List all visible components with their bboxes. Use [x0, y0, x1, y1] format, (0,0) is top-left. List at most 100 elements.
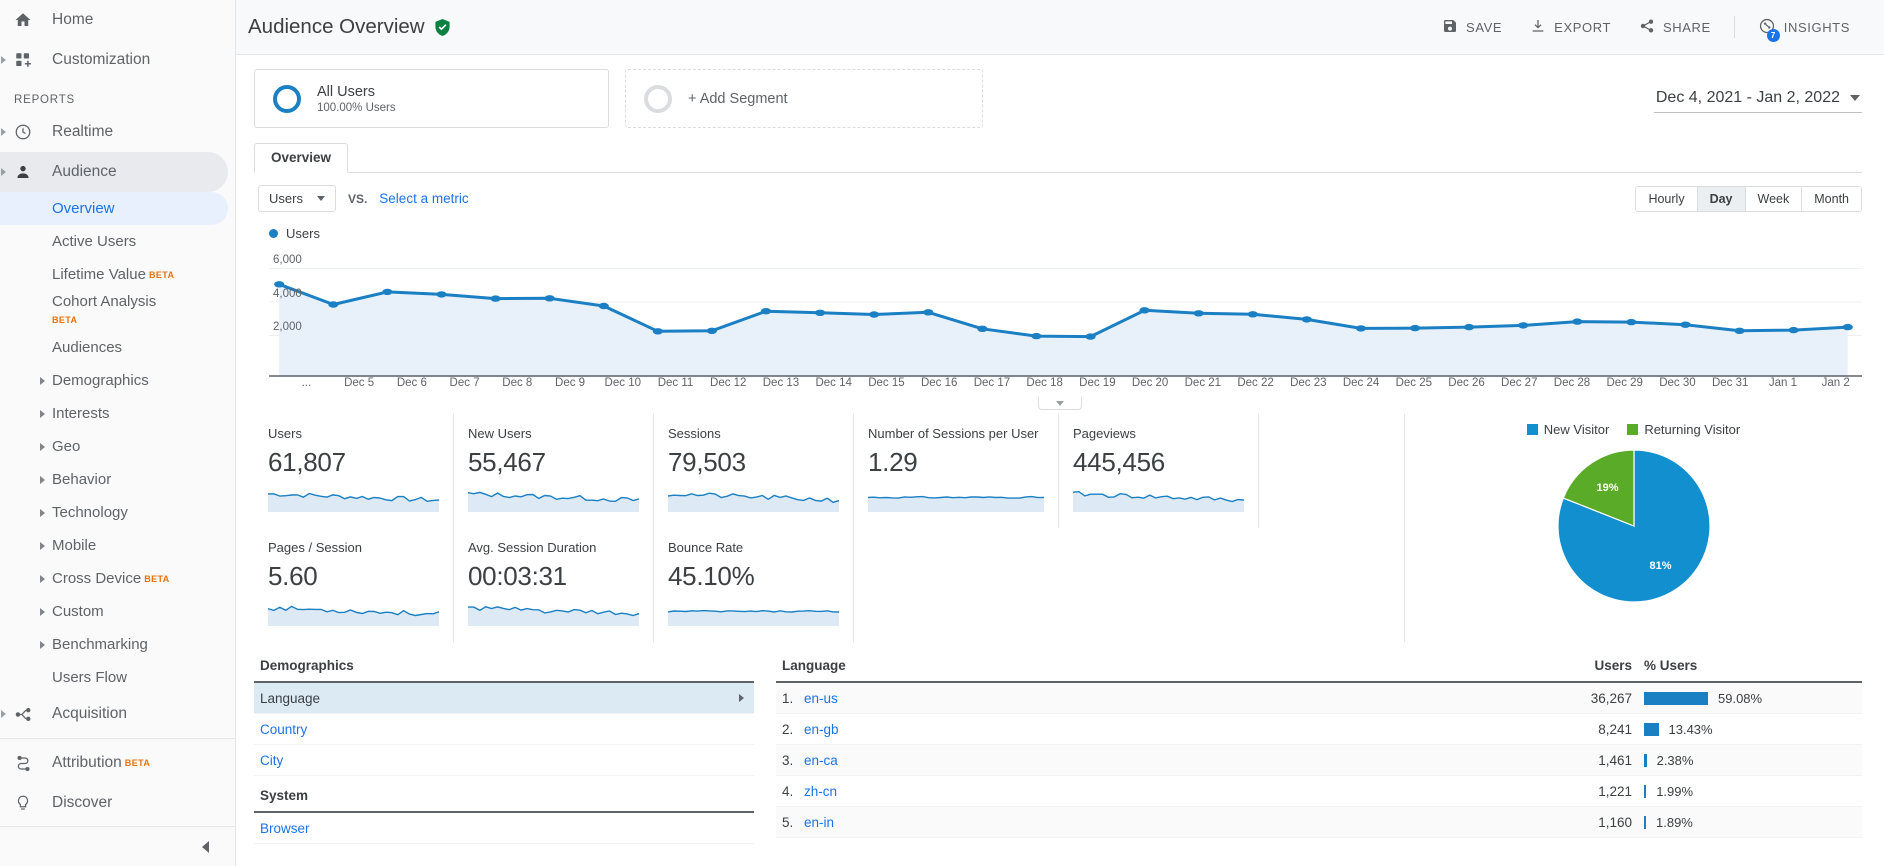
kpi-card[interactable]: Bounce Rate 45.10% [654, 528, 854, 642]
x-axis-tick-label: Dec 27 [1501, 377, 1538, 389]
chevron-right-icon [739, 694, 744, 702]
table-row[interactable]: 3. en-ca 1,461 2.38% [776, 745, 1862, 776]
kpi-label: Sessions [668, 426, 721, 441]
sidebar-item-customization[interactable]: Customization [0, 40, 235, 80]
table-row[interactable]: 4. zh-cn 1,221 1.99% [776, 776, 1862, 807]
sidebar-item-cohort-analysis[interactable]: Cohort Analysis BETA [0, 291, 235, 331]
table-row[interactable]: 2. en-gb 8,241 13.43% [776, 714, 1862, 745]
insights-button[interactable]: 7 INSIGHTS [1746, 10, 1862, 45]
visitor-type-pie-chart[interactable]: 81% 19% [1555, 447, 1713, 605]
users-line-chart-svg [269, 267, 1862, 377]
granularity-day[interactable]: Day [1697, 185, 1746, 212]
legend-swatch-icon [1526, 424, 1538, 435]
segment-ring-icon [644, 84, 672, 113]
sidebar-item-users-flow[interactable]: Users Flow [0, 661, 235, 694]
chevron-right-icon [40, 475, 45, 484]
sidebar-item-geo[interactable]: Geo [0, 430, 235, 463]
sidebar-item-audiences[interactable]: Audiences [0, 331, 235, 364]
sidebar-item-technology[interactable]: Technology [0, 496, 235, 529]
granularity-week[interactable]: Week [1745, 185, 1803, 212]
svg-text:81%: 81% [1649, 560, 1671, 572]
chevron-right-icon [40, 376, 45, 385]
x-axis-tick-label: Dec 30 [1659, 377, 1696, 389]
demographics-row-city[interactable]: City [254, 745, 754, 776]
language-table-header: Language Users % Users [776, 652, 1862, 683]
granularity-hourly[interactable]: Hourly [1635, 185, 1698, 212]
chart-x-axis-labels: ... Dec 5 Dec 6 Dec 7 Dec 8 Dec 9 Dec 10 Dec 11… [280, 377, 1862, 395]
demographics-row-country[interactable]: Country [254, 714, 754, 745]
sidebar-item-home[interactable]: Home [0, 0, 235, 40]
date-range-picker[interactable]: Dec 4, 2021 - Jan 2, 2022 [1653, 85, 1862, 113]
demographics-row-language[interactable]: Language [254, 683, 754, 714]
table-row[interactable]: 5. en-in 1,160 1.89% [776, 807, 1862, 838]
sidebar-item-discover[interactable]: Discover [0, 783, 235, 823]
row-pct-value: 1.99% [1656, 783, 1694, 799]
pie-legend-new-visitor: New Visitor [1526, 422, 1610, 437]
pie-legend-label: New Visitor [1543, 422, 1610, 437]
row-language-link[interactable]: en-in [804, 815, 1542, 830]
save-label: SAVE [1466, 19, 1503, 35]
row-language-link[interactable]: zh-cn [804, 784, 1542, 799]
sidebar-item-label: Attribution [52, 754, 122, 771]
row-pct-value: 2.38% [1656, 752, 1694, 768]
bulb-icon [14, 793, 40, 813]
share-button[interactable]: SHARE [1627, 11, 1723, 44]
sidebar-item-custom[interactable]: Custom [0, 595, 235, 628]
row-language-link[interactable]: en-us [804, 691, 1542, 706]
sidebar-subitem-label: Audiences [52, 339, 123, 356]
table-row[interactable]: 1. en-us 36,267 59.08% [776, 683, 1862, 714]
sidebar-item-attribution[interactable]: Attribution BETA [0, 743, 235, 783]
x-axis-tick-label: Dec 12 [710, 377, 747, 389]
kpi-card[interactable]: Avg. Session Duration 00:03:31 [454, 528, 654, 642]
export-button[interactable]: EXPORT [1518, 11, 1623, 44]
sidebar-item-realtime[interactable]: Realtime [0, 112, 235, 152]
row-rank: 5. [782, 814, 794, 830]
row-users-value: 1,461 [1598, 752, 1632, 768]
row-language-link[interactable]: en-gb [804, 722, 1542, 737]
row-pct-cell: 59.08% [1632, 691, 1862, 706]
sidebar-item-overview[interactable]: Overview [0, 192, 228, 225]
add-segment-button[interactable]: + Add Segment [625, 69, 983, 128]
sidebar-item-acquisition[interactable]: Acquisition [0, 694, 235, 734]
sidebar-item-mobile[interactable]: Mobile [0, 529, 235, 562]
sidebar-item-active-users[interactable]: Active Users [0, 225, 235, 258]
demographics-row-browser[interactable]: Browser [254, 813, 754, 844]
kpi-card[interactable]: New Users 55,467 [454, 414, 654, 528]
demographics-row-label: Browser [260, 820, 310, 836]
kpi-card[interactable]: Pageviews 445,456 [1059, 414, 1259, 528]
x-axis-tick-label: Dec 26 [1448, 377, 1485, 389]
sidebar-item-demographics[interactable]: Demographics [0, 364, 235, 397]
sidebar-subitem-label: Lifetime Value [52, 266, 146, 283]
x-axis-tick-label: Dec 24 [1342, 377, 1380, 389]
segment-all-users[interactable]: All Users 100.00% Users [254, 69, 609, 128]
kpi-label: Pages / Session [268, 540, 362, 555]
sidebar-item-interests[interactable]: Interests [0, 397, 235, 430]
sidebar-item-cross-device[interactable]: Cross Device BETA [0, 562, 235, 595]
kpi-card[interactable]: Number of Sessions per User 1.29 [854, 414, 1059, 528]
sidebar-item-lifetime-value[interactable]: Lifetime Value BETA [0, 258, 235, 291]
chart-expander-button[interactable] [1038, 397, 1082, 410]
row-pct-cell: 2.38% [1632, 753, 1862, 768]
sidebar-item-benchmarking[interactable]: Benchmarking [0, 628, 235, 661]
granularity-month[interactable]: Month [1802, 185, 1862, 212]
clock-icon [14, 122, 40, 142]
sidebar-item-behavior[interactable]: Behavior [0, 463, 235, 496]
save-button[interactable]: SAVE [1430, 11, 1514, 44]
column-header-language: Language [782, 658, 846, 673]
tab-overview[interactable]: Overview [254, 143, 349, 173]
sidebar-collapse-button[interactable] [0, 826, 235, 866]
select-a-metric-link[interactable]: Select a metric [379, 191, 468, 206]
page-title: Audience Overview [248, 15, 425, 38]
row-language-link[interactable]: en-ca [804, 753, 1542, 768]
kpi-card[interactable]: Users 61,807 [254, 414, 454, 528]
kpi-card[interactable]: Sessions 79,503 [654, 414, 854, 528]
metric-select[interactable]: Users [258, 185, 336, 212]
row-users-value: 36,267 [1590, 690, 1632, 706]
users-line-chart[interactable]: 2,000 4,000 6,000 [269, 245, 1862, 377]
chevron-down-icon [1850, 94, 1860, 101]
beta-badge: BETA [52, 315, 78, 325]
row-pct-bar [1644, 784, 1647, 798]
sidebar-item-audience[interactable]: Audience [0, 152, 228, 192]
kpi-card[interactable]: Pages / Session 5.60 [254, 528, 454, 642]
kpi-value: 1.29 [868, 447, 918, 477]
